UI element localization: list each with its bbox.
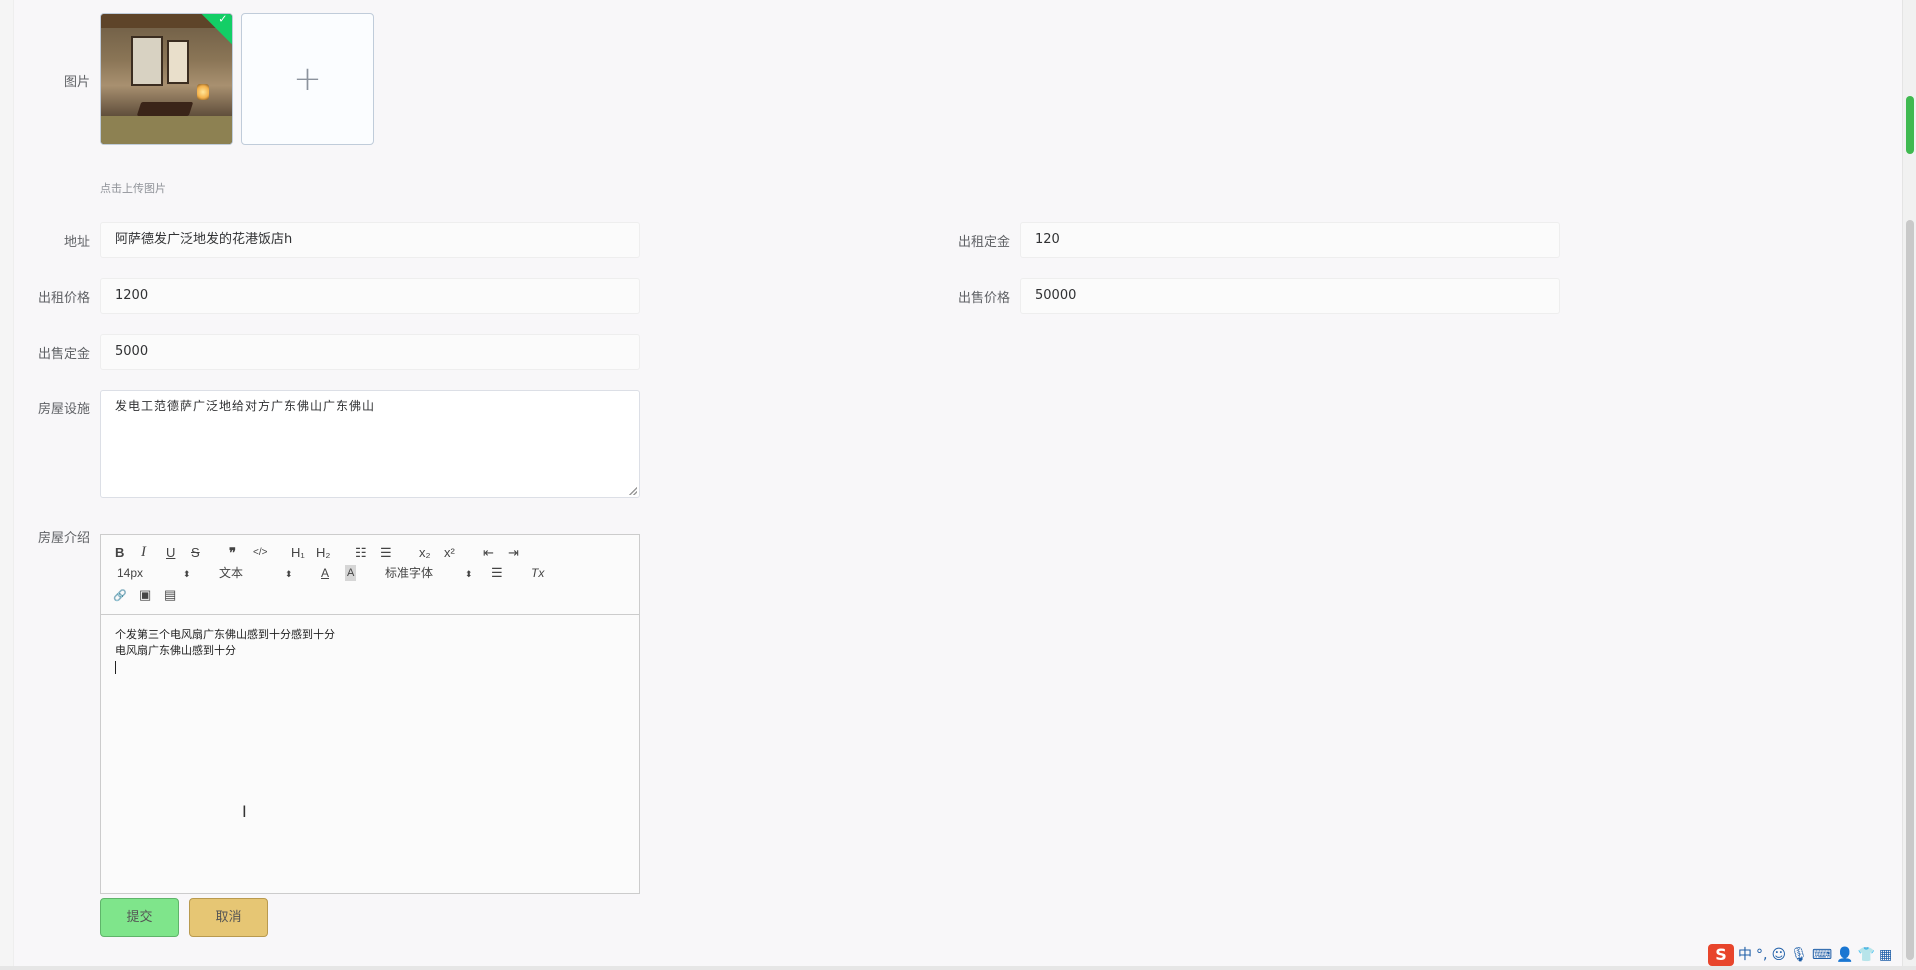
upload-success-badge: ✓: [200, 13, 232, 46]
align-button[interactable]: ☰: [491, 565, 503, 581]
submit-button[interactable]: 提交: [100, 898, 179, 937]
rich-text-editor: B I U S ❞ </> H₁ H₂ ☷ ☰ x₂ x² ⇤ ⇥ 14px ⬍…: [100, 534, 640, 894]
plus-icon: +: [293, 59, 322, 99]
check-icon: ✓: [218, 13, 228, 26]
underline-button[interactable]: U: [166, 545, 175, 561]
italic-button[interactable]: I: [141, 544, 146, 560]
scroll-indicator: [1906, 96, 1914, 154]
vertical-scrollbar[interactable]: [1902, 0, 1916, 970]
i-beam-cursor-icon: I: [242, 802, 247, 821]
font-family-value: 标准字体: [385, 566, 434, 580]
sale-deposit-input[interactable]: 5000: [100, 334, 640, 370]
cancel-button[interactable]: 取消: [189, 898, 268, 937]
upload-image-button[interactable]: +: [241, 13, 374, 145]
skin-shirt-icon[interactable]: 👕: [1858, 946, 1875, 964]
thumbnail-lamp: [197, 84, 209, 100]
h1-button[interactable]: H₁: [291, 545, 305, 561]
editor-line: 个发第三个电风扇广东佛山感到十分感到十分: [115, 628, 335, 641]
editor-toolbar: B I U S ❞ </> H₁ H₂ ☷ ☰ x₂ x² ⇤ ⇥ 14px ⬍…: [101, 535, 639, 615]
toolbox-grid-icon[interactable]: ▦: [1879, 946, 1892, 964]
video-button[interactable]: ▤: [164, 587, 176, 603]
page: 图片 ✓ + 点击上传图片 地址 阿萨德发广泛地发的花港饭店h 出租定金 120…: [0, 0, 1916, 970]
clean-format-button[interactable]: Tx: [531, 565, 544, 581]
h2-button[interactable]: H₂: [316, 545, 330, 561]
text-caret: [115, 660, 116, 674]
facilities-label: 房屋设施: [37, 402, 90, 417]
address-label: 地址: [63, 235, 90, 250]
uploaded-image-thumbnail[interactable]: ✓: [100, 13, 233, 145]
bullet-list-button[interactable]: ☰: [380, 545, 392, 561]
thumbnail-window: [131, 36, 163, 86]
rent-price-label: 出租价格: [37, 291, 90, 306]
sale-price-input[interactable]: 50000: [1020, 278, 1560, 314]
text-color-button[interactable]: A: [321, 565, 329, 581]
select-arrow-icon: ⬍: [285, 569, 293, 579]
editor-line: 电风扇广东佛山感到十分: [115, 644, 236, 657]
keyboard-icon[interactable]: ⌨: [1812, 946, 1832, 964]
select-arrow-icon: ⬍: [465, 569, 473, 579]
bottom-edge: [0, 966, 1916, 970]
outdent-button[interactable]: ⇤: [483, 545, 494, 561]
thumbnail-table: [136, 102, 194, 116]
select-arrow-icon: ⬍: [183, 569, 191, 579]
background-color-button[interactable]: A: [345, 565, 357, 581]
header-value: 文本: [219, 566, 244, 580]
image-button[interactable]: ▣: [139, 587, 151, 603]
thumbnail-floor: [101, 116, 232, 144]
editor-content[interactable]: 个发第三个电风扇广东佛山感到十分感到十分 电风扇广东佛山感到十分: [101, 615, 639, 893]
sale-price-label: 出售价格: [957, 291, 1010, 306]
superscript-button[interactable]: x²: [444, 545, 455, 561]
font-family-select[interactable]: 标准字体 ⬍: [385, 565, 475, 581]
subscript-button[interactable]: x₂: [419, 545, 431, 561]
blockquote-button[interactable]: ❞: [229, 545, 236, 561]
font-size-select[interactable]: 14px ⬍: [117, 565, 192, 581]
ordered-list-button[interactable]: ☷: [355, 545, 367, 561]
image-label: 图片: [63, 75, 90, 90]
editor-caret-line: [115, 659, 625, 675]
left-edge-strip: [0, 0, 14, 970]
ime-tray: S 中 °, ☺ 🎙 ⌨ 👤 👕 ▦: [1708, 944, 1892, 966]
header-select[interactable]: 文本 ⬍: [219, 565, 294, 581]
link-button[interactable]: 🔗: [113, 588, 127, 604]
ime-language-toggle[interactable]: 中: [1738, 946, 1752, 964]
thumbnail-window: [167, 40, 189, 84]
rent-deposit-input[interactable]: 120: [1020, 222, 1560, 258]
microphone-icon[interactable]: 🎙: [1790, 946, 1808, 964]
scrollbar-thumb[interactable]: [1906, 220, 1914, 960]
font-size-value: 14px: [117, 566, 144, 580]
indent-button[interactable]: ⇥: [508, 545, 519, 561]
intro-label: 房屋介绍: [37, 531, 90, 546]
strike-button[interactable]: S: [191, 545, 200, 561]
user-icon[interactable]: 👤: [1836, 946, 1853, 964]
rent-deposit-label: 出租定金: [957, 235, 1010, 250]
punctuation-toggle[interactable]: °,: [1756, 946, 1767, 964]
sogou-logo-icon[interactable]: S: [1708, 944, 1734, 966]
bold-button[interactable]: B: [115, 545, 124, 561]
address-input[interactable]: 阿萨德发广泛地发的花港饭店h: [100, 222, 640, 258]
facilities-textarea[interactable]: 发电工范德萨广泛地给对方广东佛山广东佛山: [100, 390, 640, 498]
rent-price-input[interactable]: 1200: [100, 278, 640, 314]
code-button[interactable]: </>: [253, 545, 267, 561]
resize-grip-icon[interactable]: [629, 487, 637, 495]
facilities-text: 发电工范德萨广泛地给对方广东佛山广东佛山: [115, 399, 376, 413]
upload-hint: 点击上传图片: [100, 182, 166, 195]
sale-deposit-label: 出售定金: [37, 347, 90, 362]
emoji-icon[interactable]: ☺: [1771, 946, 1786, 964]
